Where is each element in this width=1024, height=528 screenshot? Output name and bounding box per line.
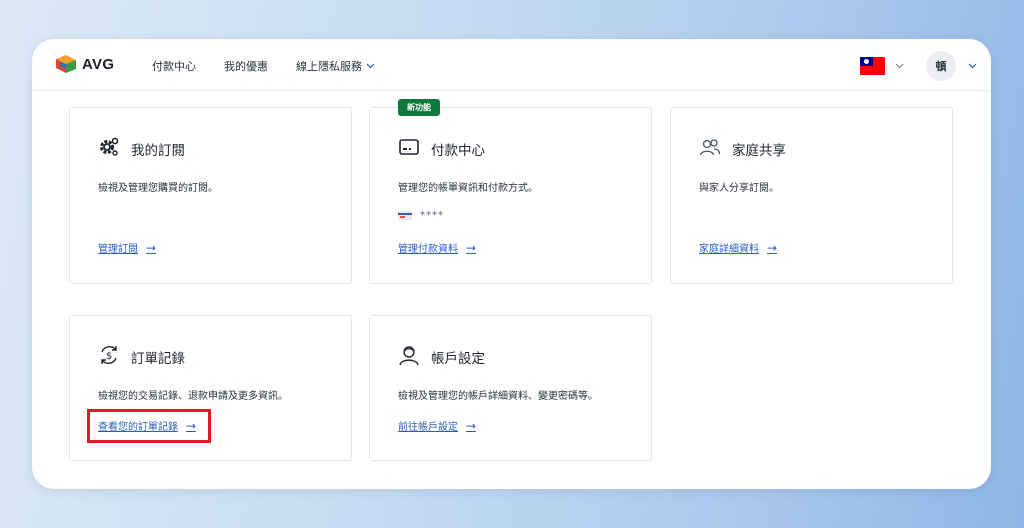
card-description: 檢視您的交易記錄、退款申請及更多資訊。 bbox=[98, 391, 288, 402]
credit-card-icon bbox=[398, 211, 412, 220]
card-description: 檢視及管理您的帳戶詳細資料、變更密碼等。 bbox=[398, 391, 598, 402]
card-family-sharing: 家庭共享 與家人分享訂閱。 家庭詳細資料 → bbox=[670, 107, 953, 284]
user-icon bbox=[399, 346, 419, 366]
arrow-right-icon: → bbox=[767, 240, 778, 255]
payment-card-icon bbox=[399, 139, 419, 155]
arrow-right-icon: → bbox=[146, 240, 157, 255]
main-nav: 付款中心 我的優惠 線上隱私服務 bbox=[152, 58, 403, 74]
nav-online-privacy-label: 線上隱私服務 bbox=[296, 60, 362, 73]
gear-icon bbox=[100, 137, 119, 156]
card-account-settings: 帳戶設定 檢視及管理您的帳戶詳細資料、變更密碼等。 前往帳戶設定 → bbox=[369, 315, 652, 461]
taiwan-flag-icon[interactable] bbox=[860, 57, 885, 75]
account-chevron-down-icon[interactable] bbox=[968, 63, 977, 69]
manage-payment-link[interactable]: 管理付款資料 → bbox=[398, 240, 477, 256]
card-payment-center: 新功能 付款中心 管理您的帳單資訊和付款方式。 **** 管理付款資料 → bbox=[369, 99, 652, 284]
card-title: 家庭共享 bbox=[732, 143, 786, 159]
nav-my-offers-label: 我的優惠 bbox=[224, 60, 268, 73]
avg-logo[interactable]: AVG bbox=[54, 53, 114, 75]
family-icon bbox=[699, 139, 721, 156]
card-title: 付款中心 bbox=[431, 143, 485, 159]
chevron-down-icon bbox=[366, 63, 375, 69]
top-navigation-bar: AVG 付款中心 我的優惠 線上隱私服務 頓 bbox=[32, 39, 991, 91]
svg-text:$: $ bbox=[106, 351, 112, 362]
avg-logo-icon bbox=[56, 55, 76, 73]
logo-text: AVG bbox=[82, 55, 115, 73]
nav-payment-center-label: 付款中心 bbox=[152, 60, 196, 73]
arrow-right-icon: → bbox=[466, 240, 477, 255]
card-description: 管理您的帳單資訊和付款方式。 bbox=[398, 183, 538, 194]
nav-online-privacy[interactable]: 線上隱私服務 bbox=[296, 58, 375, 74]
link-label: 前往帳戶設定 bbox=[398, 422, 458, 433]
nav-my-offers[interactable]: 我的優惠 bbox=[224, 58, 268, 74]
language-chevron-down-icon[interactable] bbox=[895, 63, 904, 69]
card-title: 訂單記錄 bbox=[131, 351, 185, 367]
card-description: 檢視及管理您購買的訂閱。 bbox=[98, 183, 218, 194]
manage-subscriptions-link[interactable]: 管理訂閱 → bbox=[98, 240, 157, 256]
link-label: 管理付款資料 bbox=[398, 244, 458, 255]
user-avatar[interactable]: 頓 bbox=[926, 51, 956, 81]
masked-card-number: **** bbox=[420, 210, 444, 221]
arrow-right-icon: → bbox=[466, 418, 477, 433]
card-subscriptions: 我的訂閱 檢視及管理您購買的訂閱。 管理訂閱 → bbox=[69, 107, 352, 284]
card-description: 與家人分享訂閱。 bbox=[699, 183, 779, 194]
card-title: 帳戶設定 bbox=[431, 351, 485, 367]
header-tools: 頓 bbox=[860, 51, 977, 81]
card-title: 我的訂閱 bbox=[131, 143, 185, 159]
saved-payment-method: **** bbox=[398, 210, 444, 221]
link-label: 管理訂閱 bbox=[98, 244, 138, 255]
link-label: 家庭詳細資料 bbox=[699, 244, 759, 255]
nav-payment-center[interactable]: 付款中心 bbox=[152, 58, 196, 74]
avatar-initial: 頓 bbox=[935, 60, 947, 73]
new-feature-badge: 新功能 bbox=[398, 99, 440, 116]
family-details-link[interactable]: 家庭詳細資料 → bbox=[699, 240, 778, 256]
account-settings-link[interactable]: 前往帳戶設定 → bbox=[398, 418, 477, 434]
app-window: AVG 付款中心 我的優惠 線上隱私服務 頓 我的訂閱 檢視及管理您購買的訂閱。… bbox=[32, 39, 991, 489]
dollar-refresh-icon: $ bbox=[101, 346, 117, 364]
highlight-box bbox=[87, 409, 211, 443]
